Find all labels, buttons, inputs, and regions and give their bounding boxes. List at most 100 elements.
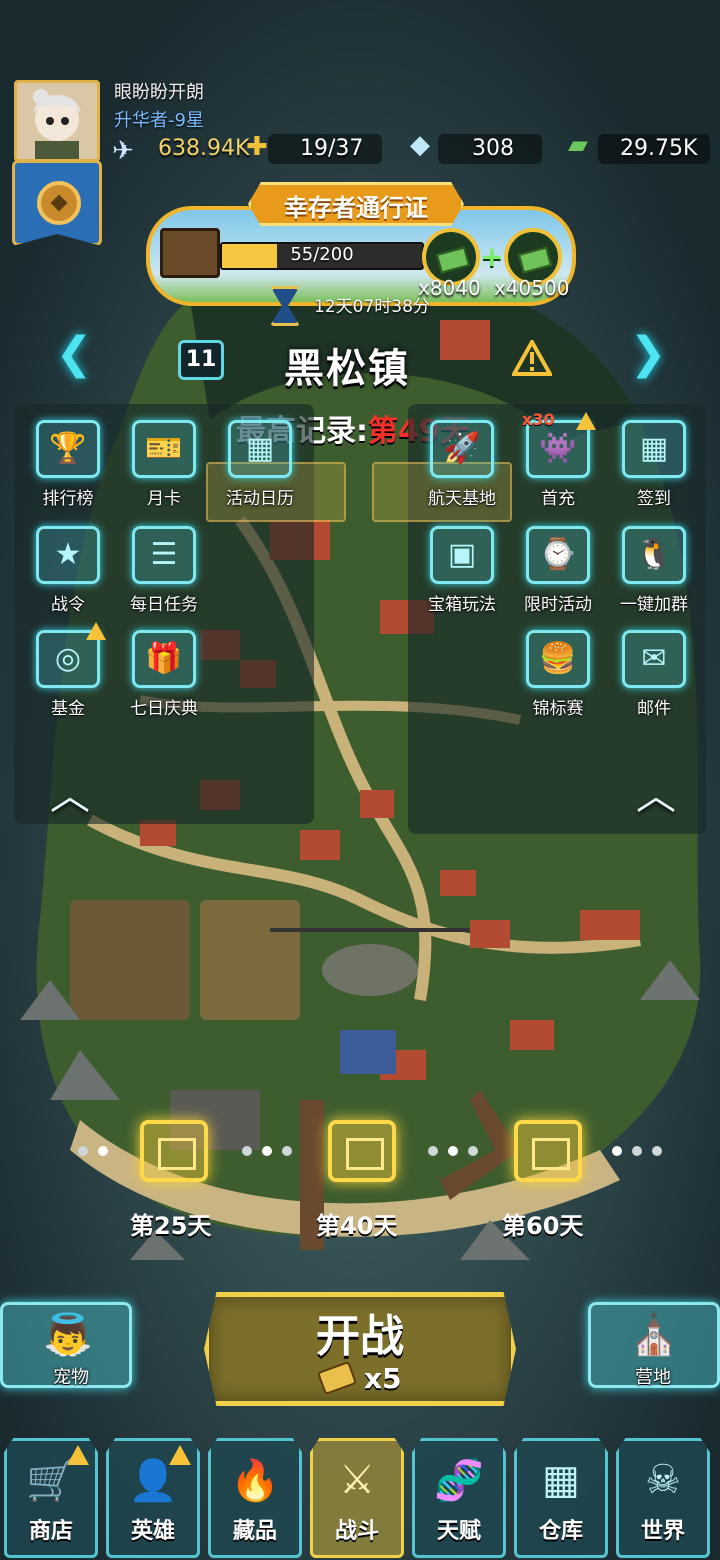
pet-button[interactable]: 👼 宠物 bbox=[0, 1302, 132, 1388]
ticket-icon: 🎫 bbox=[132, 420, 196, 478]
feature-label: 战令 bbox=[51, 595, 85, 615]
progress-dot bbox=[448, 1146, 458, 1156]
pass-title: 幸存者通行证 bbox=[284, 194, 428, 222]
coin-icon bbox=[37, 181, 81, 225]
cash-value: 29.75K bbox=[620, 136, 698, 161]
left-feature-2[interactable]: ▦ 活动日历 bbox=[212, 420, 308, 509]
pass-timer: 12天07时38分 bbox=[314, 297, 430, 317]
mail-icon: ✉ bbox=[622, 630, 686, 688]
left-feature-5[interactable]: ◎ 基金 bbox=[20, 622, 116, 719]
trophy-icon: 🏆 bbox=[36, 420, 100, 478]
nav-label: 英雄 bbox=[130, 1519, 175, 1544]
milestone-chest-60[interactable] bbox=[514, 1120, 582, 1182]
nav-tab-0[interactable]: 🛒 商店 bbox=[4, 1438, 98, 1558]
penguin-icon: 🐧 bbox=[622, 526, 686, 584]
rocket-icon: 🚀 bbox=[430, 420, 494, 478]
progress-dot bbox=[428, 1146, 438, 1156]
premium-reward-amount: x40500 bbox=[494, 276, 570, 300]
player-name: 眼盼盼开朗 bbox=[114, 82, 204, 103]
feature-label: 签到 bbox=[637, 489, 671, 509]
book-icon bbox=[160, 228, 220, 278]
milestone-label-25: 第25天 bbox=[130, 1212, 212, 1240]
collapse-right-panel-arrow[interactable]: ︿ bbox=[630, 776, 682, 816]
energy-plus-icon[interactable]: ✚ bbox=[246, 132, 268, 162]
right-feature-5[interactable]: 🐧 一键加群 bbox=[606, 526, 702, 615]
pet-label: 宠物 bbox=[53, 1367, 89, 1388]
feature-label: 基金 bbox=[51, 699, 85, 719]
energy-value: 19/37 bbox=[300, 136, 364, 161]
nav-tab-6[interactable]: ☠ 世界 bbox=[616, 1438, 710, 1558]
dna-icon: 🧬 bbox=[434, 1458, 484, 1504]
right-feature-2[interactable]: ▦ 签到 bbox=[606, 420, 702, 509]
nav-tab-3[interactable]: ⚔ 战斗 bbox=[310, 1438, 404, 1558]
progress-dot bbox=[632, 1146, 642, 1156]
nav-label: 仓库 bbox=[538, 1519, 583, 1544]
warning-icon bbox=[169, 1445, 191, 1465]
diamond-plus-icon[interactable]: ◆ bbox=[410, 130, 430, 160]
chest-icon: ▣ bbox=[430, 526, 494, 584]
progress-dot bbox=[612, 1146, 622, 1156]
power-value: 638.94K bbox=[158, 136, 250, 161]
right-feature-4[interactable]: ⌚ 限时活动 bbox=[510, 526, 606, 615]
progress-dot bbox=[652, 1146, 662, 1156]
rank-emblem[interactable] bbox=[12, 160, 102, 246]
feature-label: 锦标赛 bbox=[532, 699, 584, 719]
feature-label: 邮件 bbox=[637, 699, 671, 719]
nav-label: 世界 bbox=[640, 1519, 685, 1544]
plus-icon: + bbox=[480, 240, 504, 273]
limited-event-icon: ⌚ bbox=[526, 526, 590, 584]
burger-icon: 🍔 bbox=[526, 630, 590, 688]
nav-tab-5[interactable]: ▦ 仓库 bbox=[514, 1438, 608, 1558]
nav-label: 战斗 bbox=[334, 1519, 379, 1544]
progress-dot bbox=[98, 1146, 108, 1156]
milestone-chest-25[interactable] bbox=[140, 1120, 208, 1182]
right-feature-1[interactable]: 👾 x30 首充 bbox=[510, 410, 606, 509]
camp-button[interactable]: ⛪ 营地 bbox=[588, 1302, 720, 1388]
nav-label: 商店 bbox=[28, 1519, 73, 1544]
diamond-value: 308 bbox=[472, 136, 514, 161]
player-avatar[interactable] bbox=[14, 80, 100, 162]
rifle-icon: ⚔ bbox=[339, 1457, 375, 1503]
plane-icon: ✈ bbox=[112, 136, 134, 166]
feature-label: 每日任务 bbox=[130, 595, 198, 615]
right-feature-3[interactable]: ▣ 宝箱玩法 bbox=[414, 526, 510, 615]
right-feature-0[interactable]: 🚀 航天基地 bbox=[414, 420, 510, 509]
angel-icon: 👼 bbox=[43, 1312, 93, 1358]
town-name: 黑松镇 bbox=[284, 346, 410, 392]
milestone-label-40: 第40天 bbox=[316, 1212, 398, 1240]
left-feature-3[interactable]: ★ 战令 bbox=[20, 526, 116, 615]
nav-tab-2[interactable]: 🔥 藏品 bbox=[208, 1438, 302, 1558]
progress-dot bbox=[282, 1146, 292, 1156]
warning-icon[interactable] bbox=[512, 340, 552, 376]
feature-label: 活动日历 bbox=[226, 489, 294, 509]
feature-label: 首充 bbox=[541, 489, 575, 509]
feature-label: 月卡 bbox=[147, 489, 181, 509]
warning-icon bbox=[67, 1445, 89, 1465]
right-feature-7[interactable]: ✉ 邮件 bbox=[606, 630, 702, 719]
nav-tab-4[interactable]: 🧬 天赋 bbox=[412, 1438, 506, 1558]
right-feature-6[interactable]: 🍔 锦标赛 bbox=[510, 630, 606, 719]
cash-plus-icon[interactable]: ▰ bbox=[568, 130, 588, 160]
milestone-label-60: 第60天 bbox=[502, 1212, 584, 1240]
map-level-badge: 11 bbox=[178, 340, 224, 380]
calendar-icon: ▦ bbox=[228, 420, 292, 478]
left-feature-0[interactable]: 🏆 排行榜 bbox=[20, 420, 116, 509]
prev-map-arrow[interactable]: ❮ bbox=[52, 332, 96, 376]
feature-label: 七日庆典 bbox=[130, 699, 198, 719]
left-feature-6[interactable]: 🎁 七日庆典 bbox=[116, 630, 212, 719]
progress-dot bbox=[262, 1146, 272, 1156]
nav-tab-1[interactable]: 👤 英雄 bbox=[106, 1438, 200, 1558]
player-rank: 升华者-9星 bbox=[114, 110, 204, 131]
church-icon: ⛪ bbox=[629, 1312, 679, 1358]
left-feature-1[interactable]: 🎫 月卡 bbox=[116, 420, 212, 509]
next-map-arrow[interactable]: ❯ bbox=[626, 332, 670, 376]
feature-label: 排行榜 bbox=[42, 489, 94, 509]
pass-progress-text: 55/200 bbox=[290, 244, 354, 265]
bottom-nav: 🛒 商店 👤 英雄 🔥 藏品 ⚔ 战斗 🧬 天赋 ▦ 仓库 ☠ 世界 bbox=[0, 1438, 720, 1560]
collapse-left-panel-arrow[interactable]: ︿ bbox=[44, 776, 96, 816]
nav-label: 天赋 bbox=[436, 1519, 481, 1544]
flame-icon: 🔥 bbox=[230, 1458, 280, 1504]
left-feature-4[interactable]: ☰ 每日任务 bbox=[116, 526, 212, 615]
feature-label: 宝箱玩法 bbox=[428, 595, 496, 615]
milestone-chest-40[interactable] bbox=[328, 1120, 396, 1182]
